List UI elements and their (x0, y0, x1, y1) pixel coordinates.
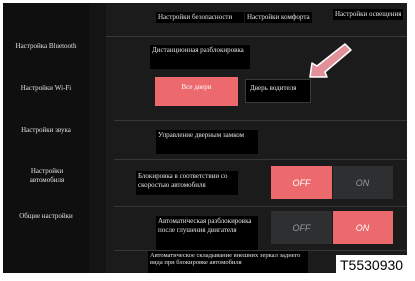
sidebar-item-label: Настройки Wi-Fi (20, 84, 72, 92)
sidebar-item-wifi[interactable]: Настройки Wi-Fi (3, 84, 89, 93)
row-divider (114, 206, 407, 207)
sidebar-item-bluetooth[interactable]: Настройка Bluetooth (3, 42, 89, 51)
toggle-on[interactable]: ON (332, 211, 393, 244)
option-all-doors[interactable]: Все двери (155, 77, 238, 106)
settings-screen: Настройка Bluetooth Настройки Wi-Fi Наст… (3, 3, 407, 273)
row-divider (114, 159, 407, 160)
toggle-divider (332, 211, 333, 244)
option-label: Все двери (181, 83, 212, 91)
mirror-fold-label: Автоматическое складывание внешних зерка… (148, 251, 308, 273)
toggle-off[interactable]: OFF (271, 166, 332, 199)
speed-lock-label: Блокировка в соответствии со скоростью а… (136, 171, 238, 195)
header-divider (106, 36, 407, 37)
remote-unlock-label: Дистанционная разблокировка (150, 45, 250, 69)
arrow-icon (309, 43, 352, 78)
row-divider (114, 120, 407, 121)
sidebar-item-label: Общие настройки (19, 212, 73, 220)
tab-lighting[interactable]: Настройки освещения (333, 9, 404, 20)
option-driver-door[interactable]: Дверь водителя (245, 79, 311, 103)
tab-comfort[interactable]: Настройки комфорта (245, 12, 312, 23)
toggle-off[interactable]: OFF (271, 211, 332, 244)
sidebar-item-label: Настройки звука (21, 126, 71, 134)
sidebar-item-vehicle[interactable]: Настройки автомобиля (23, 167, 71, 185)
tab-security[interactable]: Настройки безопасности (156, 12, 244, 23)
tab-label: Настройки безопасности (158, 13, 233, 21)
toggle-divider (332, 166, 333, 199)
sidebar-item-label: Настройки автомобиля (29, 167, 65, 184)
tab-label: Настройки освещения (335, 10, 402, 18)
toggle-on[interactable]: ON (332, 166, 393, 199)
sidebar: Настройка Bluetooth Настройки Wi-Fi Наст… (3, 3, 89, 273)
sidebar-item-label: Настройка Bluetooth (15, 42, 77, 50)
sidebar-item-sound[interactable]: Настройки звука (3, 126, 89, 135)
tab-label: Настройки комфорта (247, 13, 310, 21)
sidebar-item-general[interactable]: Общие настройки (3, 212, 89, 221)
figure-code: T5530930 (336, 255, 408, 275)
speed-lock-toggle[interactable]: OFF ON (271, 166, 393, 199)
option-label: Дверь водителя (250, 84, 297, 92)
auto-unlock-label: Автоматическая разблокировка после глуше… (156, 216, 258, 252)
door-lock-control-label: Управление дверным замком (156, 130, 258, 154)
auto-unlock-toggle[interactable]: OFF ON (271, 211, 393, 244)
